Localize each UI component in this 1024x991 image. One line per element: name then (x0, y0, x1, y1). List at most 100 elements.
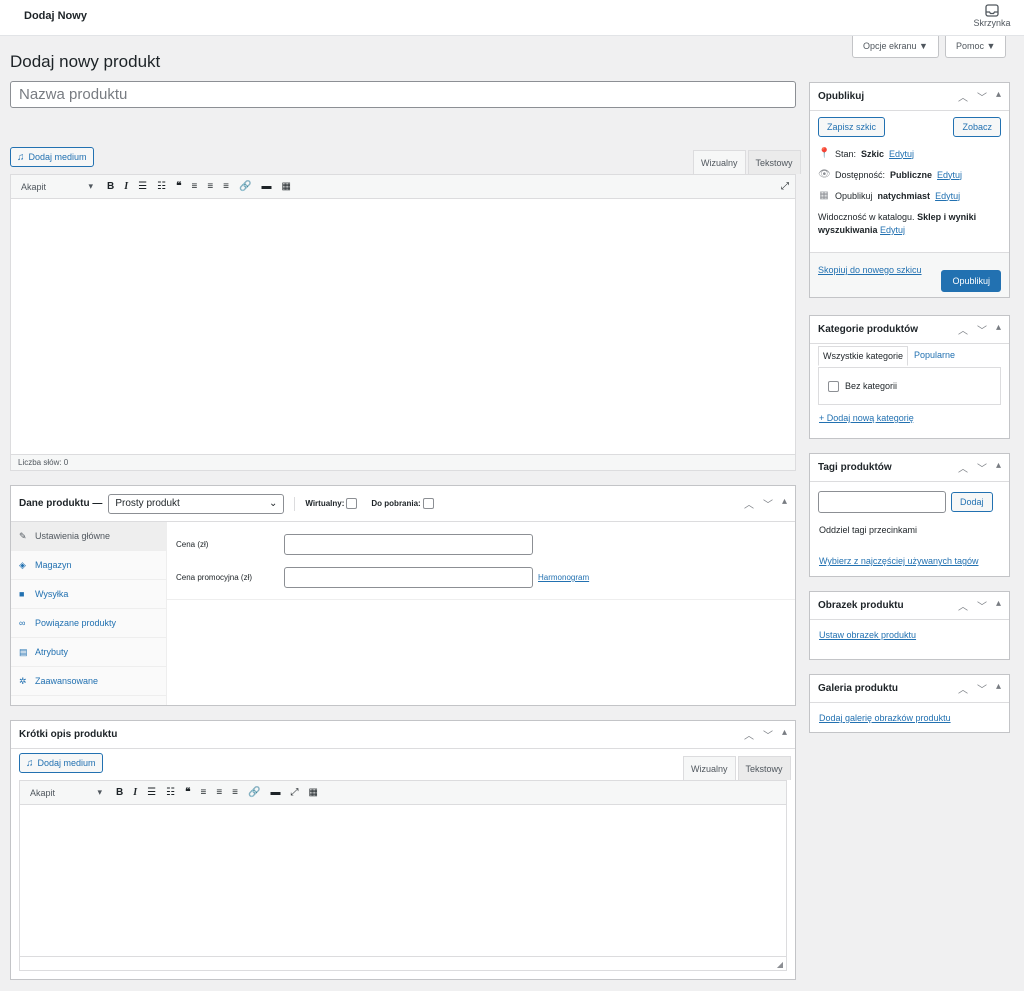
choose-tags-link[interactable]: Wybierz z najczęściej używanych tagów (819, 556, 978, 566)
align-center-icon[interactable]: ≡ (216, 787, 222, 798)
resize-handle-icon[interactable]: ◢ (777, 960, 783, 969)
read-more-icon[interactable]: ▬ (261, 181, 271, 192)
collapse-icon[interactable]: ▴ (996, 322, 1001, 337)
short-editor-tabs: Wizualny Tekstowy (683, 756, 791, 780)
short-format-select[interactable]: Akapit ▾ (26, 785, 106, 801)
short-description-editor[interactable]: Akapit ▾ B I ☰ ☷ ❝ ≡ ≡ ≡ 🔗 ▬ ⤢ ▦ ◢ (19, 780, 787, 971)
short-add-media-button[interactable]: ♫ Dodaj medium (19, 753, 103, 773)
inbox-button[interactable]: Skrzynka (972, 4, 1012, 28)
price-label: Cena (zł) (176, 540, 209, 549)
tag-icon: ◈ (19, 559, 26, 570)
edit-visibility-link[interactable]: Edytuj (937, 170, 962, 180)
category-item: Bez kategorii (845, 381, 898, 391)
save-draft-button[interactable]: Zapisz szkic (818, 117, 886, 137)
move-up-icon[interactable]: ︿ (958, 598, 968, 613)
tab-shipping[interactable]: ■ Wysyłka (11, 580, 166, 609)
move-up-icon[interactable]: ︿ (958, 322, 968, 337)
short-tab-text[interactable]: Tekstowy (737, 756, 791, 780)
tab-linked[interactable]: ∞ Powiązane produkty (11, 609, 166, 638)
short-tab-visual[interactable]: Wizualny (683, 756, 736, 780)
virtual-checkbox[interactable] (346, 498, 358, 509)
content-editor[interactable]: Akapit ▾ B I ☰ ☷ ❝ ≡ ≡ ≡ 🔗 ▬ ▦ ⤢ Liczba s… (10, 174, 796, 471)
category-checkbox[interactable] (828, 380, 839, 392)
tab-all-categories[interactable]: Wszystkie kategorie (818, 346, 909, 366)
tab-attributes[interactable]: ▤ Atrybuty (11, 638, 166, 667)
move-up-icon[interactable]: ︿ (958, 681, 968, 696)
toolbar-toggle-icon[interactable]: ▦ (281, 181, 290, 192)
format-select[interactable]: Akapit ▾ (17, 179, 97, 195)
add-category-link[interactable]: + Dodaj nową kategorię (819, 413, 914, 423)
preview-button[interactable]: Zobacz (953, 117, 1001, 137)
edit-status-link[interactable]: Edytuj (889, 149, 914, 159)
fullscreen-icon[interactable]: ⤢ (290, 787, 298, 798)
move-down-icon[interactable]: ﹀ (763, 727, 773, 742)
copy-draft-link[interactable]: Skopiuj do nowego szkicu (818, 265, 922, 275)
add-gallery-link[interactable]: Dodaj galerię obrazków produktu (819, 713, 951, 723)
quote-icon[interactable]: ❝ (185, 787, 190, 798)
calendar-icon: ▦ (819, 190, 829, 201)
tab-advanced[interactable]: ✲ Zaawansowane (11, 667, 166, 696)
collapse-icon[interactable]: ▴ (996, 460, 1001, 475)
box-controls: ︿ ﹀ ▴ (744, 496, 787, 511)
edit-schedule-link[interactable]: Edytuj (935, 191, 960, 201)
tab-visual[interactable]: Wizualny (693, 150, 746, 174)
add-tag-button[interactable]: Dodaj (951, 492, 993, 512)
move-down-icon[interactable]: ﹀ (977, 322, 987, 337)
sale-price-input[interactable] (284, 567, 533, 588)
tab-advanced-label: Zaawansowane (35, 676, 99, 686)
move-down-icon[interactable]: ﹀ (977, 681, 987, 696)
toolbar-toggle-icon[interactable]: ▦ (308, 787, 317, 798)
chevron-down-icon: ▾ (97, 787, 102, 797)
move-down-icon[interactable]: ﹀ (977, 89, 987, 104)
collapse-icon[interactable]: ▴ (782, 496, 787, 511)
product-name-input[interactable] (10, 81, 796, 108)
collapse-icon[interactable]: ▴ (996, 598, 1001, 613)
align-right-icon[interactable]: ≡ (223, 181, 229, 192)
move-up-icon[interactable]: ︿ (958, 89, 968, 104)
move-down-icon[interactable]: ﹀ (763, 496, 773, 511)
link-icon[interactable]: 🔗 (248, 787, 260, 798)
edit-catalog-link[interactable]: Edytuj (880, 225, 905, 235)
read-more-icon[interactable]: ▬ (270, 787, 280, 798)
move-down-icon[interactable]: ﹀ (977, 598, 987, 613)
publish-title: Opublikuj (818, 91, 865, 102)
fullscreen-icon[interactable]: ⤢ (781, 181, 789, 192)
schedule-link[interactable]: Harmonogram (538, 573, 589, 582)
bold-icon[interactable]: B (116, 787, 123, 798)
align-right-icon[interactable]: ≡ (232, 787, 238, 798)
quote-icon[interactable]: ❝ (176, 181, 181, 192)
tab-text[interactable]: Tekstowy (747, 150, 801, 174)
add-media-button[interactable]: ♫ Dodaj medium (10, 147, 94, 167)
align-center-icon[interactable]: ≡ (207, 181, 213, 192)
publish-button[interactable]: Opublikuj (941, 270, 1001, 292)
align-left-icon[interactable]: ≡ (200, 787, 206, 798)
link-icon[interactable]: 🔗 (239, 181, 251, 192)
product-type-select[interactable]: Prosty produkt ⌄ (108, 493, 285, 514)
italic-icon[interactable]: I (133, 787, 137, 798)
move-up-icon[interactable]: ︿ (744, 727, 754, 742)
tab-popular-categories[interactable]: Popularne (908, 346, 961, 366)
bold-icon[interactable]: B (107, 181, 114, 192)
collapse-icon[interactable]: ▴ (996, 681, 1001, 696)
downloadable-checkbox[interactable] (422, 498, 434, 509)
italic-icon[interactable]: I (124, 181, 128, 192)
price-row: Cena (zł) (176, 534, 533, 555)
move-up-icon[interactable]: ︿ (958, 460, 968, 475)
screen-options-button[interactable]: Opcje ekranu ▼ (852, 36, 939, 58)
numbered-list-icon[interactable]: ☷ (166, 787, 175, 798)
collapse-icon[interactable]: ▴ (782, 727, 787, 742)
tag-input[interactable] (818, 491, 946, 513)
align-left-icon[interactable]: ≡ (191, 181, 197, 192)
set-image-link[interactable]: Ustaw obrazek produktu (819, 630, 916, 640)
bullet-list-icon[interactable]: ☰ (138, 181, 147, 192)
bullet-list-icon[interactable]: ☰ (147, 787, 156, 798)
tab-inventory[interactable]: ◈ Magazyn (11, 551, 166, 580)
move-down-icon[interactable]: ﹀ (977, 460, 987, 475)
tab-general[interactable]: ✎ Ustawienia główne (11, 522, 166, 551)
publish-box: Opublikuj ︿ ﹀ ▴ Zapisz szkic Zobacz 📍 Stan… (809, 82, 1010, 298)
numbered-list-icon[interactable]: ☷ (157, 181, 166, 192)
help-button[interactable]: Pomoc ▼ (945, 36, 1007, 58)
collapse-icon[interactable]: ▴ (996, 89, 1001, 104)
move-up-icon[interactable]: ︿ (744, 496, 754, 511)
price-input[interactable] (284, 534, 533, 555)
